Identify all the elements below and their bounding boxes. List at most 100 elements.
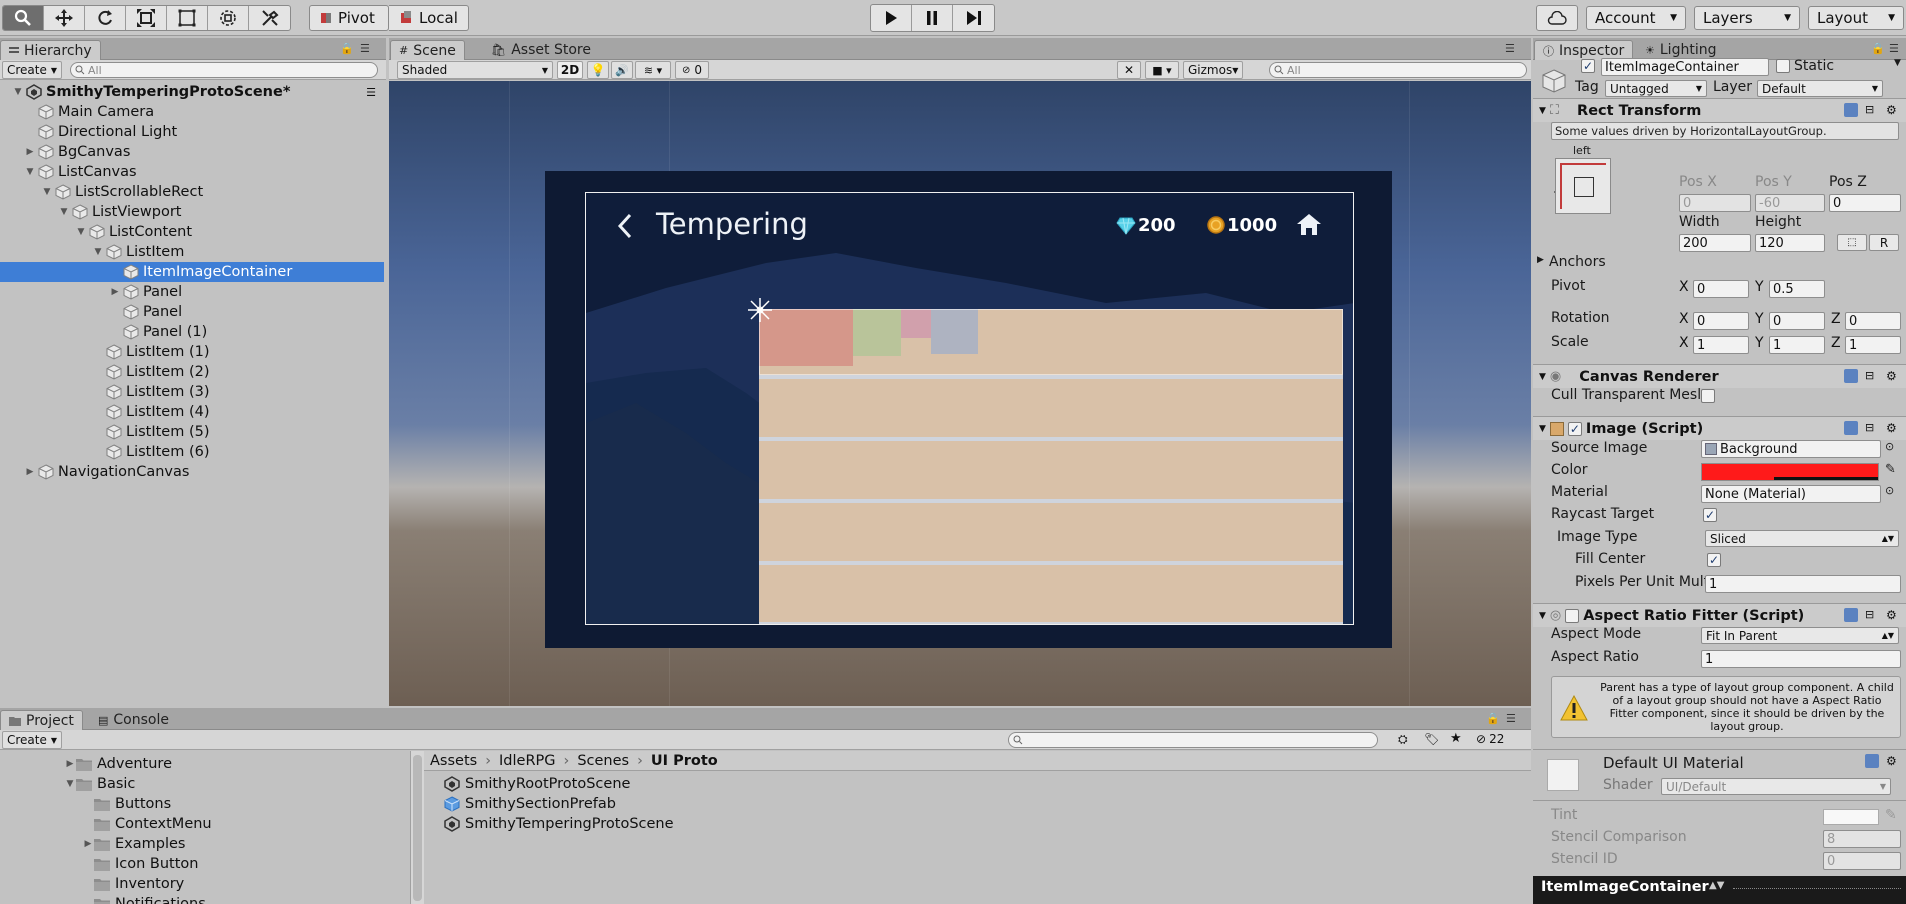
pivot-y-field[interactable]: 0.5: [1769, 280, 1825, 298]
preview-bar[interactable]: ItemImageContainer ▲▼: [1533, 876, 1906, 904]
project-folder-item[interactable]: ▼ Basic: [64, 774, 136, 794]
back-chevron-icon[interactable]: [617, 213, 633, 239]
fold-collapsed-icon[interactable]: ▶: [24, 147, 36, 157]
tab-inspector[interactable]: ⓘ Inspector: [1534, 40, 1634, 60]
aspect-ratio-field[interactable]: 1: [1701, 650, 1901, 668]
gear-icon[interactable]: ⚙: [1886, 754, 1900, 768]
project-create-dropdown[interactable]: Create ▼: [2, 731, 63, 749]
audio-toggle[interactable]: 🔊: [611, 61, 633, 79]
pixels-per-unit-field[interactable]: 1: [1705, 575, 1901, 593]
lock-icon[interactable]: 🔒: [1871, 42, 1885, 55]
stencil-id-field[interactable]: 0: [1823, 852, 1901, 870]
hierarchy-item[interactable]: ▼ ListCanvas: [0, 162, 384, 182]
fold-collapsed-icon[interactable]: ▶: [1537, 255, 1544, 265]
game-canvas[interactable]: Tempering 200 1000: [545, 171, 1392, 648]
fold-expanded-icon[interactable]: ▼: [1539, 611, 1546, 621]
cull-transparent-checkbox[interactable]: [1701, 389, 1715, 403]
active-checkbox[interactable]: ✓: [1581, 59, 1595, 73]
hierarchy-item[interactable]: ▶ Panel: [0, 282, 384, 302]
fold-collapsed-icon[interactable]: ▶: [24, 467, 36, 477]
image-header[interactable]: ▼ ✓ Image (Script) ⊟ ⚙: [1533, 416, 1906, 440]
fold-expanded-icon[interactable]: ▼: [12, 87, 24, 97]
fold-expanded-icon[interactable]: ▼: [75, 227, 87, 237]
hierarchy-item[interactable]: ListItem (1): [0, 342, 384, 362]
hierarchy-item[interactable]: ▶ BgCanvas: [0, 142, 384, 162]
lock-icon[interactable]: 🔒: [340, 42, 354, 55]
breadcrumb-item[interactable]: Assets: [430, 753, 477, 769]
hierarchy-item[interactable]: ListItem (2): [0, 362, 384, 382]
hierarchy-item[interactable]: ListItem (3): [0, 382, 384, 402]
tab-scene[interactable]: # Scene: [390, 40, 465, 60]
pause-button[interactable]: [912, 5, 953, 31]
hierarchy-item[interactable]: ListItem (5): [0, 422, 384, 442]
fold-collapsed-icon[interactable]: ▶: [64, 759, 76, 769]
object-picker-icon[interactable]: ⊙: [1885, 484, 1894, 497]
filter-label-icon[interactable]: 🏷: [1424, 732, 1439, 746]
project-folder-item[interactable]: Notifications: [82, 894, 206, 904]
lighting-toggle[interactable]: 💡: [587, 61, 609, 79]
fill-center-checkbox[interactable]: ✓: [1707, 553, 1721, 567]
panel-menu-icon[interactable]: ☰: [1505, 42, 1515, 55]
tab-hierarchy[interactable]: Hierarchy: [0, 40, 101, 60]
project-folder-item[interactable]: Inventory: [82, 874, 184, 894]
gear-icon[interactable]: ⚙: [1886, 421, 1900, 435]
local-toggle-button[interactable]: Local: [389, 5, 469, 31]
fold-expanded-icon[interactable]: ▼: [58, 207, 70, 217]
panel-menu-icon[interactable]: ☰: [1889, 42, 1899, 55]
hierarchy-item[interactable]: ▼ ListScrollableRect: [0, 182, 384, 202]
move-tool-button[interactable]: [44, 6, 85, 30]
hierarchy-item[interactable]: ListItem (4): [0, 402, 384, 422]
help-book-icon[interactable]: [1865, 754, 1879, 768]
scale-tool-button[interactable]: [126, 6, 167, 30]
fold-expanded-icon[interactable]: ▼: [24, 167, 36, 177]
scene-menu-icon[interactable]: ☰: [366, 86, 376, 99]
raycast-target-checkbox[interactable]: ✓: [1703, 508, 1717, 522]
scene-search-input[interactable]: All: [1269, 62, 1527, 78]
canvas-renderer-header[interactable]: ▼ ◉ Canvas Renderer ⊟ ⚙: [1533, 364, 1906, 388]
project-folder-item[interactable]: ContextMenu: [82, 814, 212, 834]
shading-mode-dropdown[interactable]: Shaded ▼: [397, 61, 553, 79]
fold-collapsed-icon[interactable]: ▶: [109, 287, 121, 297]
help-book-icon[interactable]: [1844, 421, 1858, 435]
fold-expanded-icon[interactable]: ▼: [1539, 106, 1546, 116]
help-book-icon[interactable]: [1844, 103, 1858, 117]
rotation-x-field[interactable]: 0: [1693, 312, 1749, 330]
scene-root-row[interactable]: ▼ SmithyTemperingProtoScene* ☰: [0, 82, 384, 102]
preset-sliders-icon[interactable]: ⊟: [1865, 421, 1879, 435]
gizmos-dropdown[interactable]: Gizmos ▼: [1183, 61, 1243, 79]
hierarchy-item[interactable]: ListItem (6): [0, 442, 384, 462]
hidden-packages-toggle[interactable]: ⊘ 22: [1476, 732, 1504, 746]
static-dropdown-arrow-icon[interactable]: ▼: [1894, 58, 1901, 68]
asset-item[interactable]: SmithySectionPrefab: [444, 794, 616, 814]
step-button[interactable]: [953, 5, 994, 31]
scale-y-field[interactable]: 1: [1769, 336, 1825, 354]
project-folder-item[interactable]: Icon Button: [82, 854, 199, 874]
height-field[interactable]: 120: [1755, 234, 1825, 252]
scale-x-field[interactable]: 1: [1693, 336, 1749, 354]
aspect-fitter-enabled-checkbox[interactable]: [1565, 608, 1580, 623]
fold-expanded-icon[interactable]: ▼: [1539, 372, 1546, 382]
favorite-star-icon[interactable]: ★: [1450, 731, 1462, 746]
fold-collapsed-icon[interactable]: ▶: [82, 839, 94, 849]
object-name-field[interactable]: ItemImageContainer: [1601, 58, 1769, 76]
aspect-ratio-fitter-header[interactable]: ▼ ◎ Aspect Ratio Fitter (Script) ⊟ ⚙: [1533, 603, 1906, 627]
static-checkbox[interactable]: [1776, 59, 1790, 73]
tab-project[interactable]: Project: [0, 710, 83, 730]
cloud-button[interactable]: [1536, 5, 1578, 31]
hidden-objects-toggle[interactable]: ⊘ 0: [675, 61, 709, 79]
hierarchy-item[interactable]: ▼ ListItem: [0, 242, 384, 262]
project-folder-item[interactable]: Buttons: [82, 794, 171, 814]
list-scroll-area[interactable]: [759, 309, 1343, 624]
image-enabled-checkbox[interactable]: ✓: [1567, 421, 1582, 436]
2d-mode-toggle[interactable]: 2D: [557, 61, 583, 79]
eyedropper-icon[interactable]: ✎: [1885, 807, 1897, 823]
rotation-y-field[interactable]: 0: [1769, 312, 1825, 330]
custom-tool-button[interactable]: [249, 6, 290, 30]
hierarchy-item[interactable]: Directional Light: [0, 122, 384, 142]
home-icon[interactable]: [1295, 212, 1323, 236]
tint-swatch[interactable]: [1823, 809, 1879, 825]
layer-dropdown[interactable]: Default ▼: [1757, 80, 1883, 97]
shader-dropdown[interactable]: UI/Default ▼: [1661, 778, 1891, 795]
layers-dropdown[interactable]: Layers ▼: [1694, 6, 1800, 30]
pos-x-field[interactable]: 0: [1679, 194, 1751, 212]
